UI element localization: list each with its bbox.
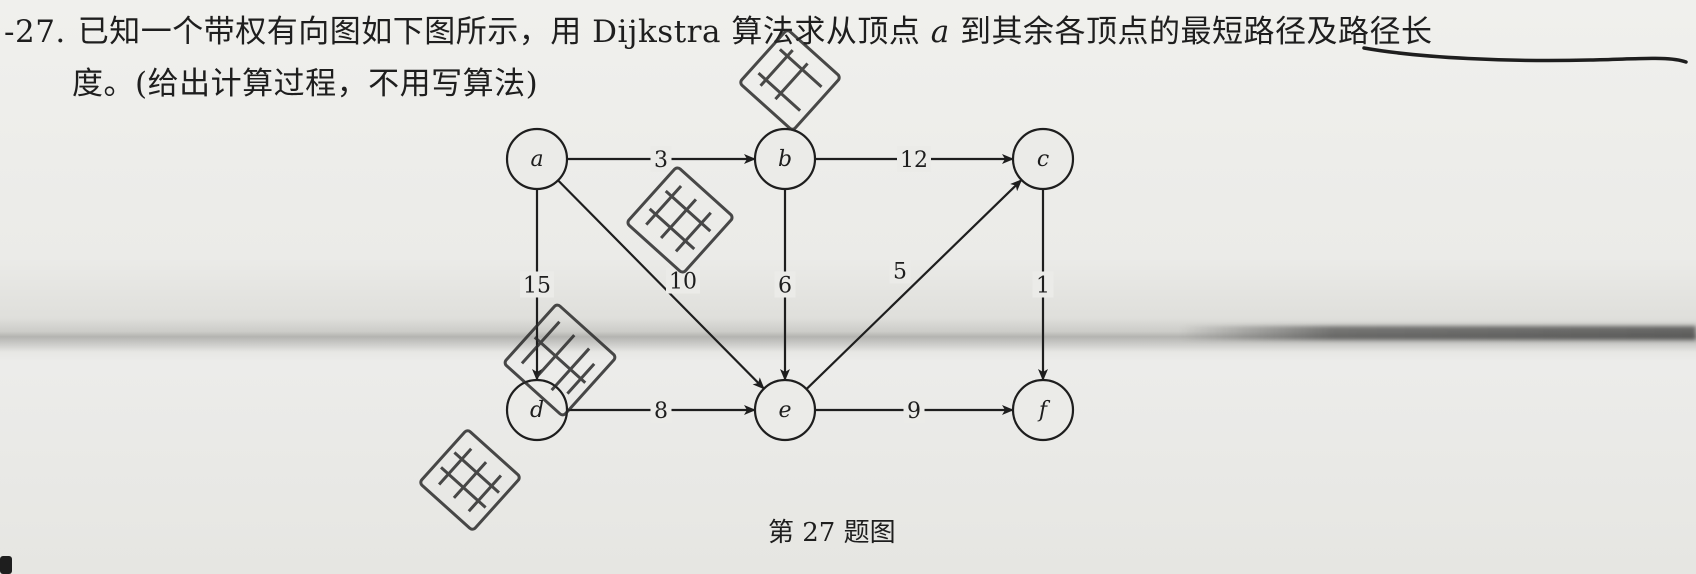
next-question-bullet	[0, 556, 12, 574]
edge-weight-a-e: 10	[669, 270, 697, 295]
edge-weight-e-c: 5	[893, 260, 907, 285]
edge-weight-c-f: 1	[1036, 274, 1050, 299]
node-label-a: a	[530, 147, 543, 172]
node-label-b: b	[778, 147, 792, 172]
edge-weight-a-d: 15	[523, 274, 551, 299]
figure-caption: 第 27 题图	[768, 518, 896, 548]
scanned-page: -27. 已知一个带权有向图如下图所示，用 Dijkstra 算法求从顶点 a 到…	[0, 0, 1696, 574]
node-label-e: e	[778, 398, 791, 423]
weighted-directed-graph: 3 1215 10 6518 9 a b cd e f	[505, 127, 1075, 442]
node-label-c: c	[1037, 147, 1049, 172]
node-label-d: d	[530, 398, 544, 423]
edge-weight-e-f: 9	[907, 399, 921, 424]
edge-weight-a-b: 3	[654, 148, 668, 173]
edge-weight-b-c: 12	[900, 148, 928, 173]
edge-weight-d-e: 8	[654, 399, 668, 424]
edge-weight-b-e: 6	[778, 274, 792, 299]
edge-a-e	[557, 179, 765, 390]
edge-e-c	[805, 179, 1023, 390]
